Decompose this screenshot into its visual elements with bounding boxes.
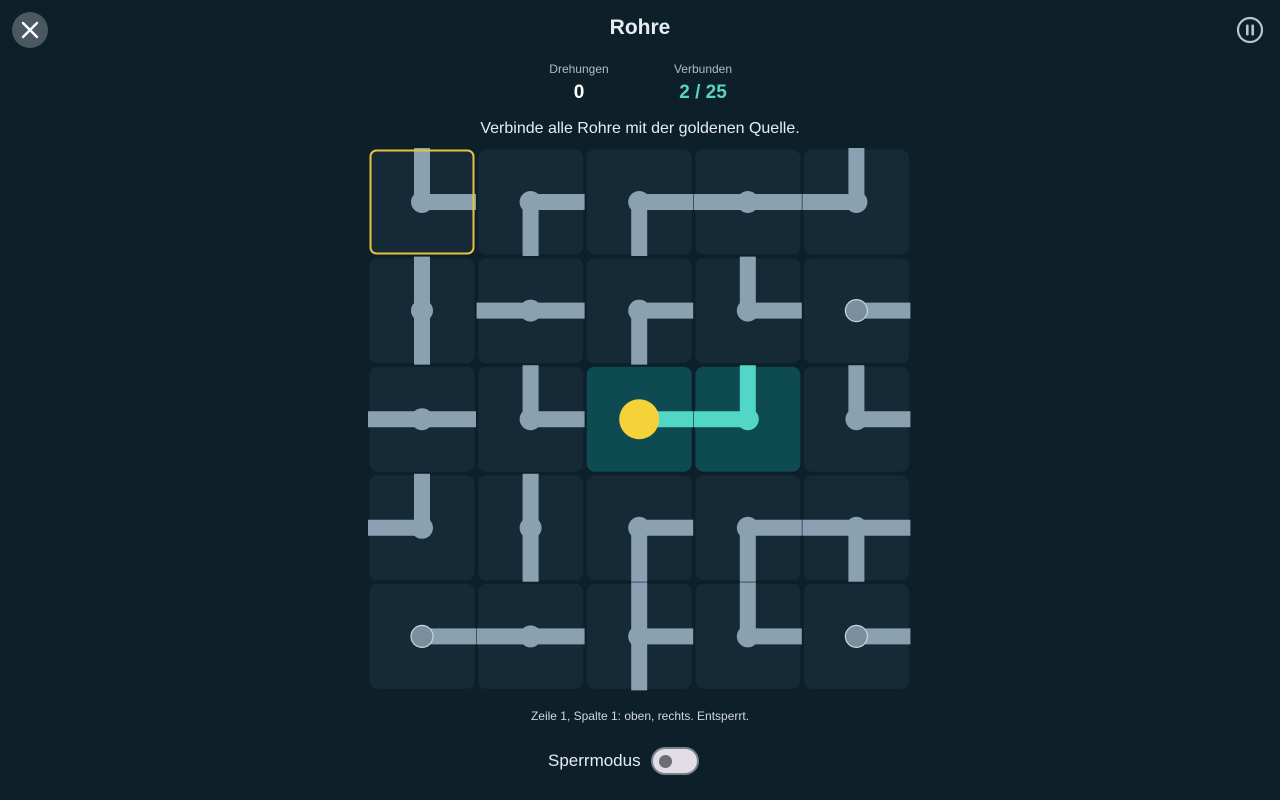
pipe-tile-r4-c5[interactable] (802, 475, 911, 582)
pause-icon (1236, 16, 1264, 44)
pipe-tile-r1-c5[interactable] (802, 148, 909, 255)
pipe-joint (519, 516, 542, 539)
pipe-tile-r5-c3[interactable] (586, 582, 694, 691)
pipe-board (368, 148, 911, 691)
pipe-tile-r3-c4[interactable] (693, 365, 801, 472)
pipe-endpoint (410, 624, 434, 648)
pipe-tile-r4-c4[interactable] (695, 475, 802, 582)
pipe-joint (845, 516, 868, 539)
pipe-joint (411, 299, 433, 322)
pipe-tile-r5-c4[interactable] (695, 582, 802, 689)
pipe-tile-r1-c1[interactable] (369, 148, 477, 255)
pipe-joint (628, 191, 651, 213)
pipe-joint (736, 191, 759, 213)
instruction-text: Verbinde alle Rohre mit der goldenen Que… (480, 120, 800, 137)
pipe-joint (628, 516, 651, 539)
pipe-tile-r2-c2[interactable] (476, 258, 585, 364)
pipe-joint (519, 191, 542, 213)
pipe-tile-r2-c1[interactable] (369, 256, 475, 365)
pipe-endpoint (844, 624, 868, 648)
moves-value: 0 (573, 82, 585, 103)
pipe-tile-r4-c1[interactable] (368, 473, 475, 581)
pipe-tile-r3-c5[interactable] (803, 365, 911, 472)
pipe-joint (519, 408, 542, 431)
page-title: Rohre (609, 16, 671, 39)
lock-mode-row: Sperrmodus (548, 744, 699, 778)
pipe-tile-r5-c2[interactable] (476, 583, 585, 689)
moves-label: Drehungen (549, 62, 609, 76)
toggle-knob (658, 755, 672, 768)
pipe-tile-r5-c1[interactable] (369, 583, 477, 689)
pipe-tile-r2-c3[interactable] (586, 258, 694, 365)
pipe-joint (411, 516, 433, 539)
pipe-joint (736, 625, 759, 648)
pipe-joint (519, 625, 542, 648)
connected-counter: Verbunden 2 / 25 (653, 62, 753, 104)
pipe-tile-r4-c3[interactable] (586, 475, 694, 582)
pipe-tile-r3-c2[interactable] (478, 365, 585, 472)
selection-status: Zeile 1, Spalte 1: oben, rechts. Entsper… (530, 709, 750, 723)
pipe-joint (736, 408, 759, 431)
connected-label: Verbunden (673, 62, 733, 76)
pipe-tile-r2-c4[interactable] (695, 256, 802, 364)
pipe-endpoint (844, 299, 868, 323)
pipe-tile-r1-c2[interactable] (478, 149, 585, 257)
pipe-joint (411, 408, 433, 431)
pipe-joint (628, 625, 651, 648)
pause-button[interactable] (1236, 16, 1264, 44)
pipe-tile-r1-c4[interactable] (693, 149, 802, 255)
pipe-tile-r1-c3[interactable] (586, 149, 694, 257)
pipe-tile-r3-c1[interactable] (368, 366, 476, 472)
moves-counter: Drehungen 0 (529, 62, 629, 104)
pipe-joint (411, 191, 433, 213)
lock-mode-toggle[interactable] (650, 747, 699, 775)
pipe-tile-r5-c5[interactable] (803, 583, 911, 689)
pipe-joint (736, 516, 759, 539)
pipe-joint (628, 299, 651, 322)
pipe-joint (519, 299, 542, 322)
pipe-joint (845, 408, 868, 431)
pipe-tile-r3-c3[interactable] (586, 366, 694, 472)
pipe-joint (736, 299, 759, 322)
pipe-tile-r4-c2[interactable] (478, 473, 584, 582)
connected-value: 2 / 25 (679, 82, 727, 103)
lock-mode-label: Sperrmodus (548, 751, 641, 770)
pipe-tile-r2-c5[interactable] (803, 258, 911, 364)
source-node (619, 399, 660, 440)
pipe-joint (845, 191, 868, 213)
